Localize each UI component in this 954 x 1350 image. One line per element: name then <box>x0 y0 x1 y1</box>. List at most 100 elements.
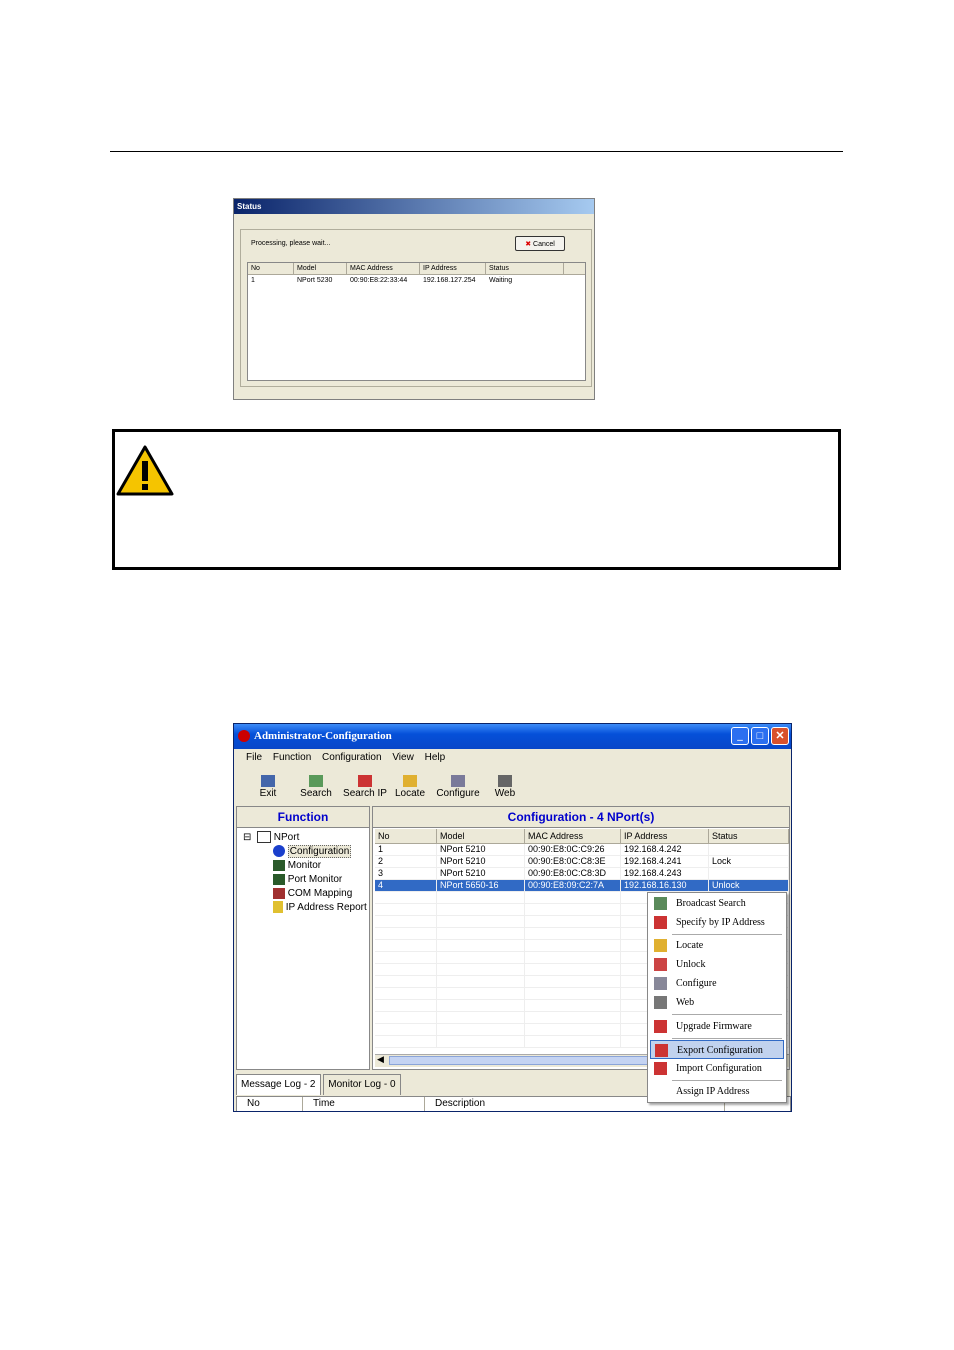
table-cell: 1 <box>375 844 437 855</box>
table-cell <box>437 952 525 963</box>
table-cell <box>437 892 525 903</box>
status-dialog-title: Status <box>234 199 594 214</box>
exit-button[interactable]: Exit <box>248 769 288 803</box>
table-cell <box>525 964 621 975</box>
menu-item-locate[interactable]: Locate <box>650 936 784 955</box>
menu-item-upgrade-firmware[interactable]: Upgrade Firmware <box>650 1017 784 1036</box>
menu-item-export-configuration[interactable]: Export Configuration <box>650 1040 784 1059</box>
col-ip[interactable]: IP Address <box>420 263 486 274</box>
col-model[interactable]: Model <box>437 829 525 843</box>
table-cell <box>709 868 789 879</box>
table-cell <box>375 976 437 987</box>
table-row[interactable]: 3 NPort 5210 00:90:E8:0C:C8:3D 192.168.4.24… <box>375 868 789 880</box>
col-no[interactable]: No <box>375 829 437 843</box>
col-mac[interactable]: MAC Address <box>347 263 420 274</box>
table-row[interactable]: 1 NPort 5210 00:90:E8:0C:C9:26 192.168.4.24… <box>375 844 789 856</box>
menu-configuration[interactable]: Configuration <box>322 752 381 763</box>
tree-node-com-mapping[interactable]: COM Mapping <box>273 887 352 901</box>
configure-button[interactable]: Configure <box>434 769 482 803</box>
menu-function[interactable]: Function <box>273 752 311 763</box>
tree-label: Monitor <box>287 860 322 871</box>
close-button[interactable]: ✕ <box>771 727 789 745</box>
search-icon <box>309 775 323 787</box>
menu-view[interactable]: View <box>392 752 414 763</box>
tree-node-ip-report[interactable]: IP Address Report <box>273 901 367 915</box>
table-cell: 192.168.16.130 <box>621 880 709 891</box>
cancel-button[interactable]: ✖ Cancel <box>515 236 565 251</box>
table-cell <box>525 1012 621 1023</box>
admin-titlebar[interactable]: Administrator-Configuration _ □ ✕ <box>234 724 791 749</box>
unlock-icon <box>654 958 667 971</box>
table-cell: NPort 5650-16 <box>437 880 525 891</box>
menu-item-label: Export Configuration <box>677 1045 763 1056</box>
menu-item-label: Import Configuration <box>676 1063 762 1074</box>
menu-item-web[interactable]: Web <box>650 993 784 1012</box>
table-cell <box>437 1000 525 1011</box>
table-cell <box>437 904 525 915</box>
web-button[interactable]: Web <box>485 769 525 803</box>
tree-node-nport[interactable]: NPort <box>257 831 299 845</box>
col-mac[interactable]: MAC Address <box>525 829 621 843</box>
tree-label: IP Address Report <box>285 902 367 913</box>
log-col-no[interactable]: No <box>237 1097 303 1111</box>
processing-message: Processing, please wait... <box>251 240 331 247</box>
com-mapping-icon <box>273 887 285 899</box>
menu-item-assign-ip[interactable]: Assign IP Address <box>650 1082 784 1101</box>
table-cell <box>375 904 437 915</box>
tree-label: Port Monitor <box>287 874 343 885</box>
context-menu: Broadcast Search Specify by IP Address L… <box>647 892 787 1103</box>
status-dialog: Status Processing, please wait... ✖ Canc… <box>233 198 595 400</box>
maximize-button[interactable]: □ <box>751 727 769 745</box>
table-cell <box>525 940 621 951</box>
table-cell <box>437 1024 525 1035</box>
menu-file[interactable]: File <box>246 752 262 763</box>
table-row[interactable]: 2 NPort 5210 00:90:E8:0C:C8:3E 192.168.4.24… <box>375 856 789 868</box>
search-ip-button[interactable]: Search IP <box>341 769 389 803</box>
list-item[interactable]: 1 NPort 5230 00:90:E8:22:33:44 192.168.1… <box>248 275 585 286</box>
menu-item-label: Assign IP Address <box>676 1086 750 1097</box>
tree-collapse-icon[interactable]: ⊟ <box>243 831 251 845</box>
menu-item-broadcast-search[interactable]: Broadcast Search <box>650 894 784 913</box>
table-cell: 192.168.4.241 <box>621 856 709 867</box>
col-status[interactable]: Status <box>486 263 564 274</box>
table-cell <box>525 1024 621 1035</box>
import-configuration-icon <box>654 1062 667 1075</box>
cell-model: NPort 5230 <box>297 277 333 284</box>
table-cell <box>437 940 525 951</box>
col-ip[interactable]: IP Address <box>621 829 709 843</box>
table-cell <box>525 916 621 927</box>
function-panel: Function ⊟ NPort Configuration Monitor P… <box>236 806 370 1070</box>
tree-node-monitor[interactable]: Monitor <box>273 859 321 873</box>
table-cell <box>525 1000 621 1011</box>
col-status[interactable]: Status <box>709 829 789 843</box>
col-model[interactable]: Model <box>294 263 347 274</box>
tree-node-port-monitor[interactable]: Port Monitor <box>273 873 342 887</box>
menu-help[interactable]: Help <box>425 752 446 763</box>
table-row[interactable]: 4 NPort 5650-16 00:90:E8:09:C2:7A 192.168.1… <box>375 880 789 892</box>
tab-message-log[interactable]: Message Log - 2 <box>236 1074 321 1095</box>
cell-no: 1 <box>251 277 255 284</box>
search-button[interactable]: Search <box>296 769 336 803</box>
menu-item-label: Broadcast Search <box>676 898 746 909</box>
search-ip-icon <box>358 775 372 787</box>
table-cell <box>525 928 621 939</box>
menu-item-configure[interactable]: Configure <box>650 974 784 993</box>
upgrade-firmware-icon <box>654 1020 667 1033</box>
minimize-button[interactable]: _ <box>731 727 749 745</box>
table-cell <box>375 1012 437 1023</box>
col-no[interactable]: No <box>248 263 294 274</box>
tab-monitor-log[interactable]: Monitor Log - 0 <box>323 1074 401 1095</box>
tree-node-configuration[interactable]: Configuration <box>273 845 352 859</box>
specify-ip-icon <box>654 916 667 929</box>
export-configuration-icon <box>655 1044 668 1057</box>
table-cell <box>437 916 525 927</box>
info-icon <box>273 845 285 858</box>
menu-item-unlock[interactable]: Unlock <box>650 955 784 974</box>
log-col-time[interactable]: Time <box>303 1097 425 1111</box>
scroll-left-icon[interactable]: ◀ <box>377 1054 384 1065</box>
table-cell: 2 <box>375 856 437 867</box>
table-cell <box>375 928 437 939</box>
locate-button[interactable]: Locate <box>390 769 430 803</box>
menu-item-import-configuration[interactable]: Import Configuration <box>650 1059 784 1078</box>
menu-item-specify-ip[interactable]: Specify by IP Address <box>650 913 784 932</box>
